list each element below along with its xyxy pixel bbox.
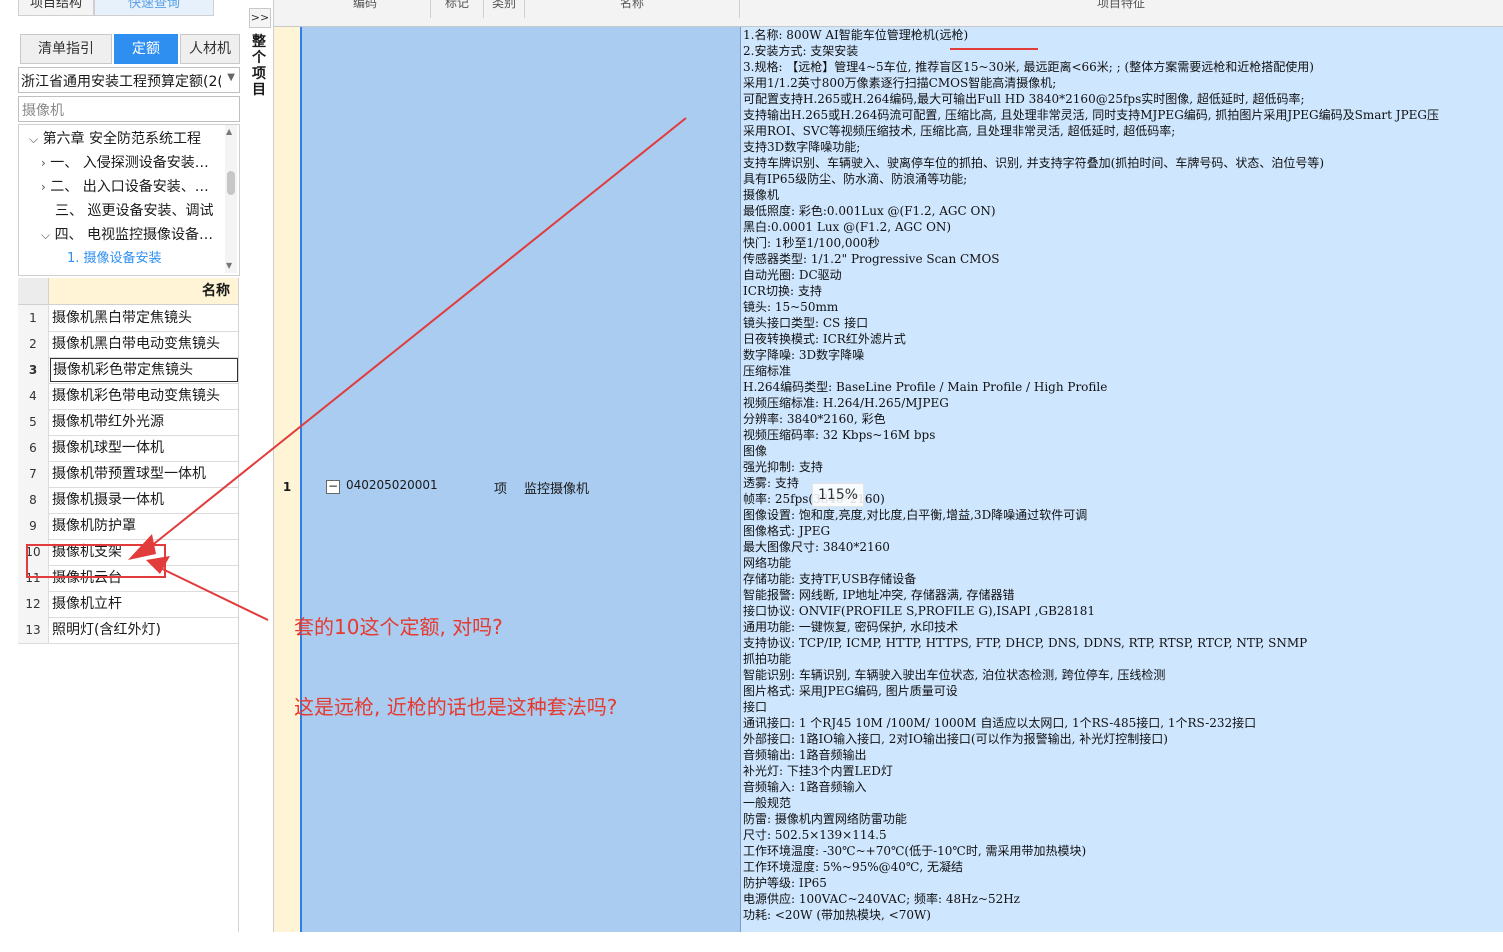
arrowhead [128,534,156,560]
annotation-arrows [128,117,687,621]
arrow-line-up [139,117,687,556]
arrow-line-lower [149,562,269,621]
question-note-2: 这是远枪, 近枪的话也是这种套法吗? [294,695,618,719]
question-note-1: 套的10这个定额, 对吗? [294,615,503,639]
